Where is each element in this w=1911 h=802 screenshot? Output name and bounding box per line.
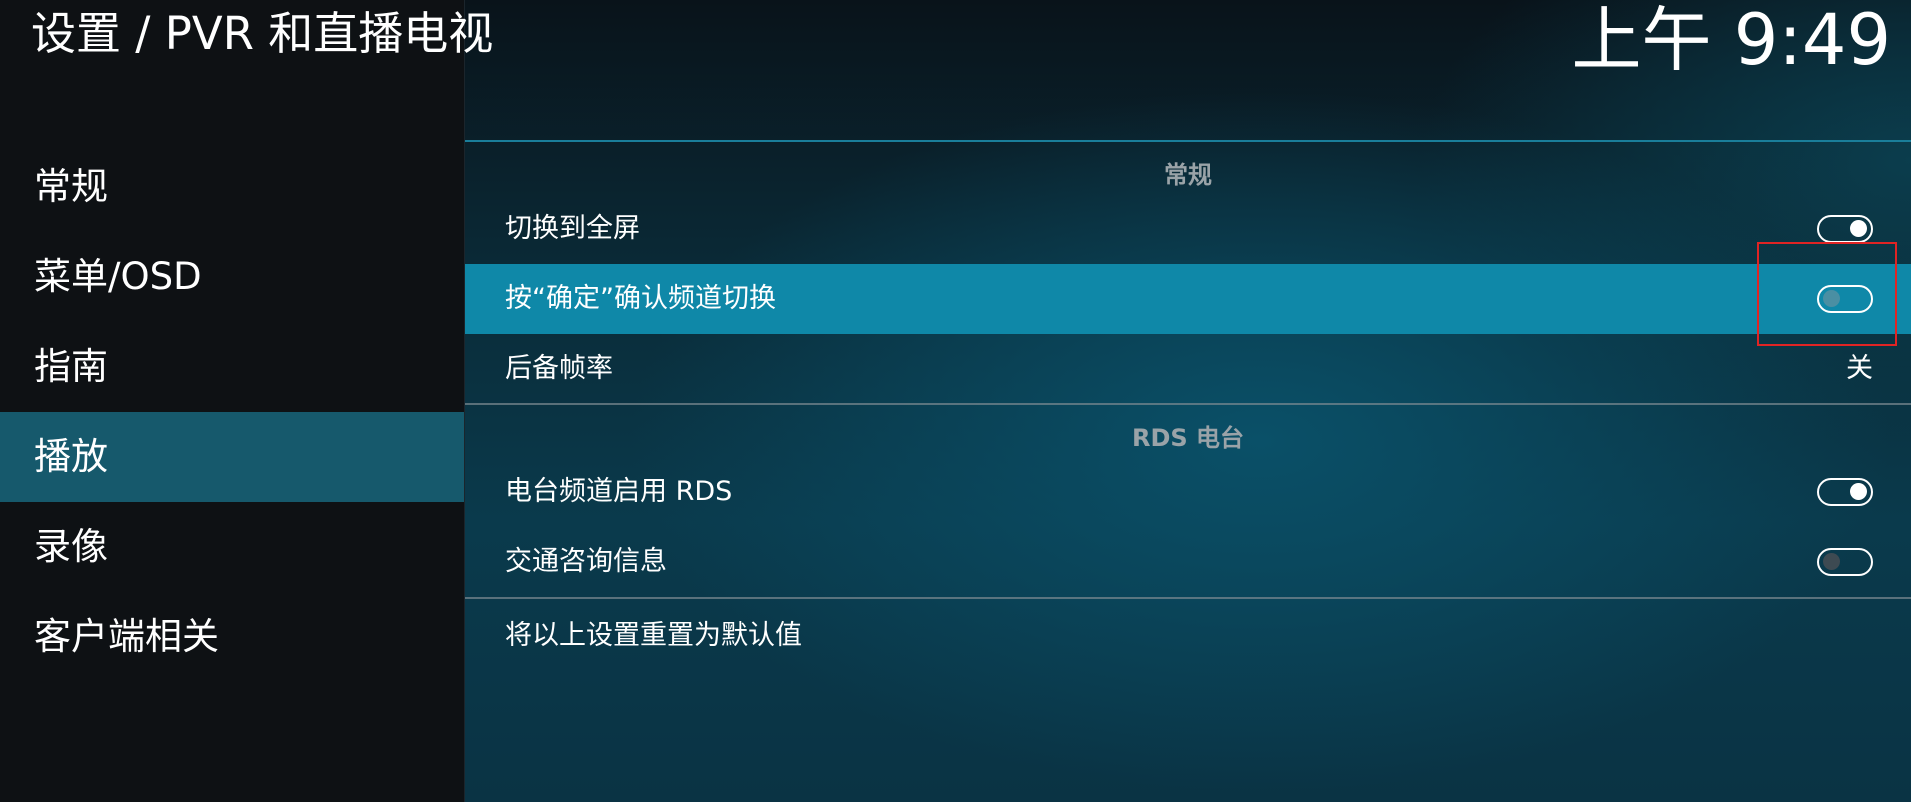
clock: 上午 9:49 <box>1571 0 1891 81</box>
reset-defaults-label: 将以上设置重置为默认值 <box>505 620 802 651</box>
setting-label: 切换到全屏 <box>505 213 640 244</box>
setting-label: 交通咨询信息 <box>505 546 667 577</box>
sidebar-item-client-specific[interactable]: 客户端相关 <box>0 592 464 682</box>
toggle-switch[interactable] <box>1817 215 1873 243</box>
toggle-switch[interactable] <box>1817 478 1873 506</box>
settings-screen: 常规 菜单/OSD 指南 播放 录像 客户端相关 设置 / PVR 和直播电视 … <box>0 0 1911 802</box>
setting-row-enable-rds[interactable]: 电台频道启用 RDS <box>465 457 1911 527</box>
setting-row-fallback-framerate[interactable]: 后备帧率 关 <box>465 334 1911 404</box>
toggle-knob <box>1850 483 1867 500</box>
setting-row-confirm-channel-switch[interactable]: 按“确定”确认频道切换 <box>465 264 1911 334</box>
toggle-knob <box>1850 220 1867 237</box>
setting-row-switch-to-fullscreen[interactable]: 切换到全屏 <box>465 194 1911 264</box>
highlight-box <box>1757 242 1897 346</box>
setting-label: 按“确定”确认频道切换 <box>505 283 776 314</box>
toggle-switch[interactable] <box>1817 548 1873 576</box>
setting-row-traffic-advisory[interactable]: 交通咨询信息 <box>465 527 1911 597</box>
sidebar-item-menu-osd[interactable]: 菜单/OSD <box>0 232 464 322</box>
panel-top-line <box>465 140 1911 142</box>
setting-label: 电台频道启用 RDS <box>505 476 733 507</box>
sidebar: 常规 菜单/OSD 指南 播放 录像 客户端相关 <box>0 0 464 802</box>
sidebar-item-general[interactable]: 常规 <box>0 142 464 232</box>
section-header-general: 常规 <box>1164 161 1212 189</box>
sidebar-item-playback[interactable]: 播放 <box>0 412 464 502</box>
page-title: 设置 / PVR 和直播电视 <box>31 7 494 60</box>
section-header-rds-radio: RDS 电台 <box>1131 424 1245 452</box>
sidebar-item-guide[interactable]: 指南 <box>0 322 464 412</box>
section-divider <box>465 403 1911 405</box>
reset-defaults-row[interactable]: 将以上设置重置为默认值 <box>465 601 1911 671</box>
section-divider <box>465 597 1911 599</box>
sidebar-item-recording[interactable]: 录像 <box>0 502 464 592</box>
toggle-knob <box>1823 553 1840 570</box>
setting-label: 后备帧率 <box>505 353 613 384</box>
